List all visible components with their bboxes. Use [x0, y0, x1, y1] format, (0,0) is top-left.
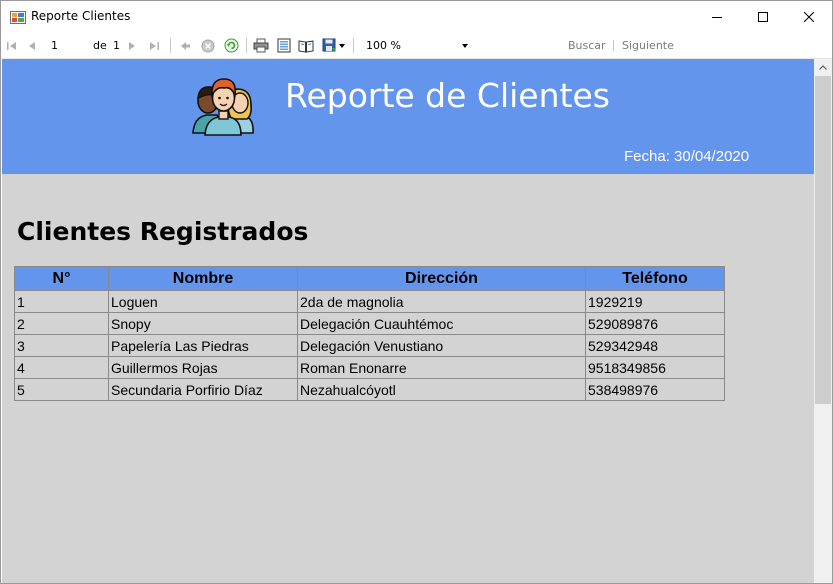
- cell-name: Loguen: [108, 290, 298, 313]
- cell-number: 1: [14, 290, 109, 313]
- cell-address: 2da de magnolia: [297, 290, 586, 313]
- stop-icon: [201, 39, 215, 52]
- column-header-number: N°: [14, 266, 109, 291]
- last-page-button[interactable]: [147, 37, 161, 54]
- zoom-select[interactable]: 100 %: [360, 37, 476, 55]
- cell-address: Roman Enonarre: [297, 356, 586, 379]
- maximize-button[interactable]: [740, 1, 786, 32]
- cell-name: Guillermos Rojas: [108, 356, 298, 379]
- search-button[interactable]: Buscar: [568, 39, 606, 52]
- last-page-icon: [150, 41, 159, 50]
- maximize-icon: [758, 11, 768, 22]
- window-title: Reporte Clientes: [31, 9, 131, 23]
- export-button[interactable]: [320, 37, 346, 54]
- report-app-icon: [10, 11, 26, 24]
- cell-phone: 538498976: [585, 378, 725, 401]
- previous-page-icon: [29, 41, 35, 50]
- title-bar[interactable]: Reporte Clientes: [1, 1, 832, 32]
- scroll-up-button[interactable]: [814, 59, 832, 76]
- save-disk-icon: [322, 38, 336, 52]
- chevron-down-icon: [462, 44, 468, 48]
- cell-name: Papelería Las Piedras: [108, 334, 298, 357]
- cell-number: 4: [14, 356, 109, 379]
- chevron-down-icon: [338, 43, 345, 48]
- cell-name: Snopy: [108, 312, 298, 335]
- cell-phone: 529342948: [585, 334, 725, 357]
- section-title: Clientes Registrados: [17, 217, 309, 246]
- page-setup-button[interactable]: [297, 37, 315, 54]
- printer-icon: [253, 38, 269, 53]
- report-header: Reporte de Clientes Fecha: 30/04/2020: [2, 59, 814, 174]
- back-arrow-icon: [181, 41, 190, 50]
- minimize-button[interactable]: [694, 1, 740, 32]
- cell-phone: 529089876: [585, 312, 725, 335]
- cell-phone: 9518349856: [585, 356, 725, 379]
- zoom-value: 100 %: [366, 39, 401, 52]
- print-layout-button[interactable]: [275, 37, 293, 54]
- table-row: 5 Secundaria Porfirio Díaz Nezahualcóyot…: [14, 378, 725, 401]
- next-page-button[interactable]: [125, 37, 139, 54]
- cell-address: Delegación Cuauhtémoc: [297, 312, 586, 335]
- scroll-thumb[interactable]: [815, 76, 831, 404]
- cell-address: Delegación Venustiano: [297, 334, 586, 357]
- next-page-icon: [129, 41, 135, 50]
- report-toolbar: 1 de 1 100 % Buscar Siguiente: [1, 32, 832, 59]
- find-next-button[interactable]: Siguiente: [622, 39, 674, 52]
- table-row: 3 Papelería Las Piedras Delegación Venus…: [14, 334, 725, 357]
- chevron-up-icon: [819, 65, 827, 70]
- cell-number: 5: [14, 378, 109, 401]
- column-header-name: Nombre: [108, 266, 298, 291]
- refresh-button[interactable]: [223, 37, 239, 54]
- cell-number: 2: [14, 312, 109, 335]
- vertical-scrollbar[interactable]: [814, 59, 832, 583]
- back-button[interactable]: [177, 37, 193, 54]
- total-pages: 1: [113, 39, 120, 52]
- table-row: 1 Loguen 2da de magnolia 1929219: [14, 290, 725, 313]
- table-header-row: N° Nombre Dirección Teléfono: [14, 266, 725, 291]
- minimize-icon: [712, 16, 722, 18]
- clients-table: N° Nombre Dirección Teléfono 1 Loguen 2d…: [14, 266, 725, 401]
- open-book-icon: [298, 39, 314, 53]
- table-row: 4 Guillermos Rojas Roman Enonarre 951834…: [14, 356, 725, 379]
- report-title: Reporte de Clientes: [285, 76, 610, 115]
- print-button[interactable]: [252, 37, 270, 54]
- report-viewer[interactable]: Reporte de Clientes Fecha: 30/04/2020 Cl…: [2, 59, 814, 583]
- column-header-address: Dirección: [297, 266, 586, 291]
- refresh-icon: [224, 38, 238, 53]
- current-page-input[interactable]: 1: [45, 37, 85, 54]
- clients-group-icon: [192, 78, 254, 136]
- table-row: 2 Snopy Delegación Cuauhtémoc 529089876: [14, 312, 725, 335]
- column-header-phone: Teléfono: [585, 266, 725, 291]
- previous-page-button[interactable]: [25, 37, 39, 54]
- of-label: de: [93, 39, 107, 52]
- cell-number: 3: [14, 334, 109, 357]
- page-layout-icon: [277, 38, 291, 53]
- close-icon: [804, 11, 814, 22]
- cell-phone: 1929219: [585, 290, 725, 313]
- first-page-button[interactable]: [5, 37, 19, 54]
- stop-button[interactable]: [200, 37, 216, 54]
- first-page-icon: [7, 41, 16, 50]
- report-date: Fecha: 30/04/2020: [624, 148, 750, 165]
- close-button[interactable]: [786, 1, 832, 32]
- cell-address: Nezahualcóyotl: [297, 378, 586, 401]
- report-window: Reporte Clientes 1 de 1 100 % Buscar Sig…: [0, 0, 833, 584]
- cell-name: Secundaria Porfirio Díaz: [108, 378, 298, 401]
- search-input[interactable]: [483, 37, 558, 55]
